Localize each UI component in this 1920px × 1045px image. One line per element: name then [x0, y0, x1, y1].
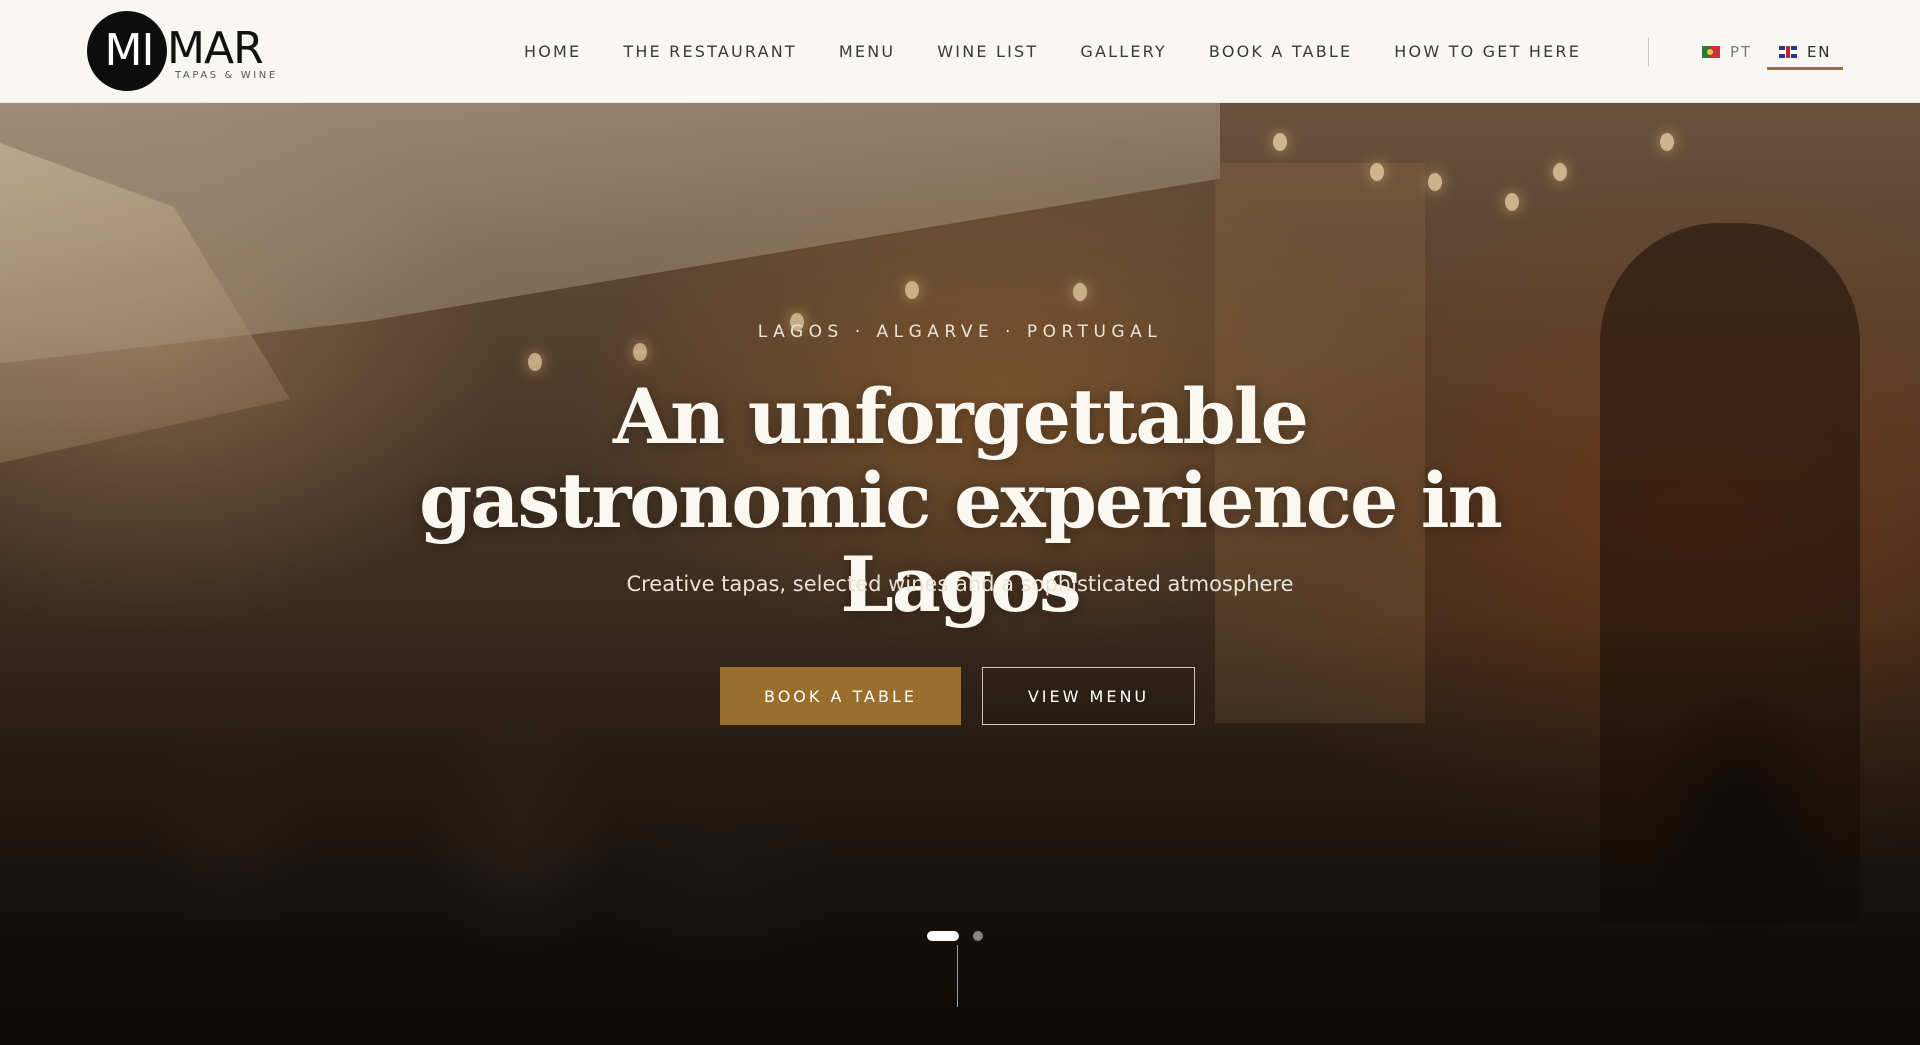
logo-wordmark: MAR [167, 23, 264, 74]
logo-mark: MI [87, 11, 167, 91]
mimar-logo[interactable]: MI MAR TAPAS & WINE [87, 11, 287, 91]
nav-item-menu[interactable]: MENU [839, 42, 895, 61]
slider-dot-2[interactable] [973, 931, 983, 941]
nav-item-the-restaurant[interactable]: THE RESTAURANT [623, 42, 797, 61]
uk-flag-icon [1779, 45, 1797, 58]
hero-content: LAGOS · ALGARVE · PORTUGAL An unforgetta… [0, 103, 1920, 1045]
slider-pagination [927, 931, 983, 941]
hero-subheadline: Creative tapas, selected wines and a sop… [626, 572, 1294, 596]
nav-item-wine-list[interactable]: WINE LIST [937, 42, 1038, 61]
scroll-indicator-line [957, 945, 958, 1007]
site-header: MI MAR TAPAS & WINE HOME THE RESTAURANT … [0, 0, 1920, 103]
slider-dot-1[interactable] [927, 931, 959, 941]
hero-location-kicker: LAGOS · ALGARVE · PORTUGAL [757, 322, 1163, 342]
nav-divider [1648, 38, 1649, 66]
language-label-pt: PT [1730, 42, 1752, 61]
language-label-en: EN [1807, 42, 1832, 61]
nav-item-book-a-table[interactable]: BOOK A TABLE [1209, 42, 1352, 61]
logo-tagline: TAPAS & WINE [175, 70, 278, 81]
view-menu-button[interactable]: VIEW MENU [982, 667, 1195, 725]
language-switch-en[interactable]: EN [1767, 0, 1844, 103]
book-a-table-button[interactable]: BOOK A TABLE [720, 667, 961, 725]
hero-slider: LAGOS · ALGARVE · PORTUGAL An unforgetta… [0, 103, 1920, 1045]
nav-item-how-to-get-here[interactable]: HOW TO GET HERE [1394, 42, 1581, 61]
main-navigation: HOME THE RESTAURANT MENU WINE LIST GALLE… [503, 0, 1602, 103]
nav-item-gallery[interactable]: GALLERY [1080, 42, 1167, 61]
portugal-flag-icon [1702, 45, 1720, 58]
language-switch-pt[interactable]: PT [1702, 0, 1752, 103]
nav-item-home[interactable]: HOME [524, 42, 581, 61]
